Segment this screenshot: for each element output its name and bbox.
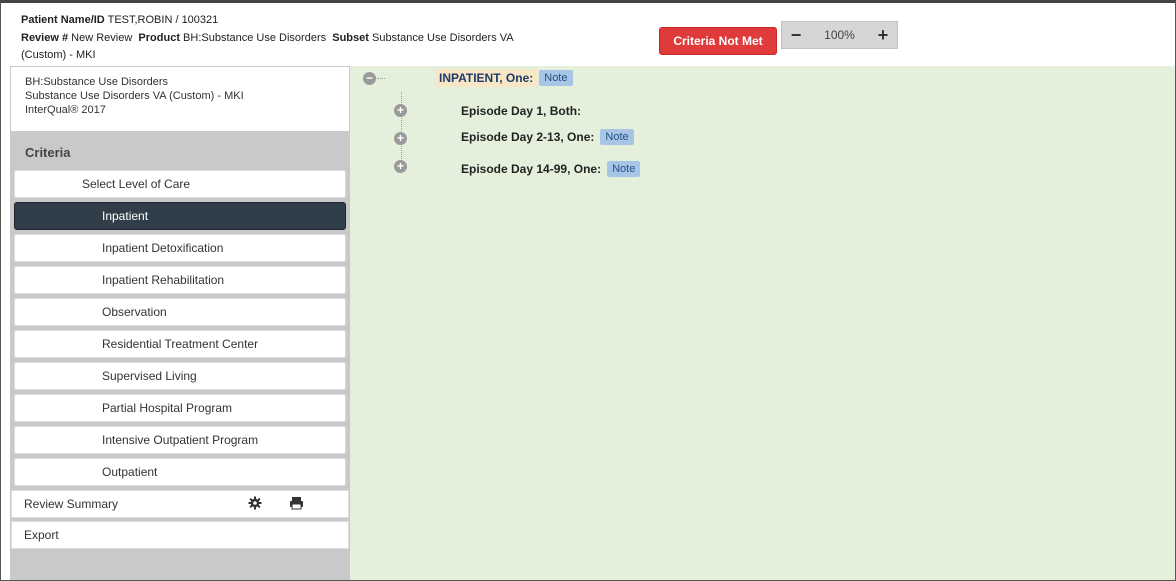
review-line: Review # New Review Product BH:Substance… (21, 31, 514, 45)
export[interactable]: Export (11, 521, 349, 549)
review-summary-label: Review Summary (24, 497, 119, 511)
criteria-tree: − INPATIENT, One: Note + Episode Day 1, … (350, 66, 1175, 580)
node-qualifier: , Both: (543, 104, 582, 118)
node-title: Episode Day 14-99 (461, 162, 568, 176)
patient-header: Patient Name/ID TEST,ROBIN / 100321 Revi… (1, 3, 1175, 65)
nav-item-label: Outpatient (102, 465, 158, 479)
nav-item-label: Intensive Outpatient Program (102, 433, 259, 447)
tree-node-episode-day-2-13[interactable]: Episode Day 2-13, One: Note (461, 129, 634, 145)
node-qualifier: , One: (567, 162, 602, 176)
tree-node-episode-day-1[interactable]: Episode Day 1, Both: (461, 104, 581, 118)
subset-value-cont: (Custom) - MKI (21, 49, 96, 61)
nav-item-residential-treatment-center[interactable]: Residential Treatment Center (14, 330, 346, 358)
nav-item-label: Inpatient Rehabilitation (102, 273, 225, 287)
subset-info: BH:Substance Use Disorders Substance Use… (11, 67, 349, 131)
zoom-out-button[interactable]: − (782, 25, 810, 46)
nav-item-inpatient-rehabilitation[interactable]: Inpatient Rehabilitation (14, 266, 346, 294)
zoom-in-button[interactable]: + (869, 25, 897, 46)
sidebar: BH:Substance Use Disorders Substance Use… (10, 66, 350, 580)
gear-icon[interactable] (248, 496, 262, 513)
nav-item-label: Supervised Living (102, 369, 197, 383)
node-qualifier: , One: (560, 130, 595, 144)
node-title: Episode Day 2-13 (461, 130, 561, 144)
product-label: Product (138, 32, 180, 44)
nav-item-label: Inpatient Detoxification (102, 241, 224, 255)
info-version: InterQual® 2017 (25, 104, 106, 116)
note-button[interactable]: Note (600, 129, 634, 145)
tree-connector (377, 78, 385, 79)
nav-item-intensive-outpatient-program[interactable]: Intensive Outpatient Program (14, 426, 346, 454)
nav-item-inpatient-detoxification[interactable]: Inpatient Detoxification (14, 234, 346, 262)
select-level-of-care[interactable]: Select Level of Care (14, 170, 346, 198)
patient-label: Patient Name/ID (21, 14, 105, 26)
nav-item-label: Observation (102, 305, 167, 319)
patient-value: TEST,ROBIN / 100321 (107, 14, 219, 26)
nav-item-label: Residential Treatment Center (102, 337, 259, 351)
node-qualifier: , One: (499, 71, 534, 85)
criteria-not-met-button[interactable]: Criteria Not Met (659, 27, 777, 55)
nav-item-label: Partial Hospital Program (102, 401, 233, 415)
expand-icon[interactable]: + (394, 132, 407, 145)
nav-item-observation[interactable]: Observation (14, 298, 346, 326)
info-product: BH:Substance Use Disorders (25, 76, 169, 88)
subset-value: Substance Use Disorders VA (371, 32, 514, 44)
export-label: Export (24, 528, 59, 542)
nav-item-inpatient[interactable]: Inpatient (14, 202, 346, 230)
zoom-value: 100% (824, 28, 855, 42)
zoom-control: − 100% + (781, 21, 898, 49)
select-level-of-care-label: Select Level of Care (82, 177, 191, 191)
nav-item-label: Inpatient (102, 209, 149, 223)
nav-item-outpatient[interactable]: Outpatient (14, 458, 346, 486)
patient-line: Patient Name/ID TEST,ROBIN / 100321 (21, 13, 218, 27)
note-button[interactable]: Note (539, 70, 573, 86)
review-label: Review # (21, 32, 69, 44)
product-value: BH:Substance Use Disorders (183, 32, 327, 44)
node-title: Episode Day 1 (461, 104, 544, 118)
nav-item-partial-hospital-program[interactable]: Partial Hospital Program (14, 394, 346, 422)
subset-label: Subset (332, 32, 369, 44)
tree-node-inpatient[interactable]: INPATIENT, One: Note (435, 69, 573, 87)
review-value: New Review (71, 32, 133, 44)
review-summary[interactable]: Review Summary (11, 490, 349, 518)
info-subset: Substance Use Disorders VA (Custom) - MK… (25, 90, 244, 102)
tree-node-episode-day-14-99[interactable]: Episode Day 14-99, One: Note (461, 161, 641, 177)
print-icon[interactable] (289, 496, 304, 513)
expand-icon[interactable]: + (394, 160, 407, 173)
note-button[interactable]: Note (607, 161, 641, 177)
nav-item-supervised-living[interactable]: Supervised Living (14, 362, 346, 390)
collapse-icon[interactable]: − (363, 72, 376, 85)
criteria-title: Criteria (25, 145, 71, 160)
node-title: INPATIENT (439, 71, 500, 85)
expand-icon[interactable]: + (394, 104, 407, 117)
